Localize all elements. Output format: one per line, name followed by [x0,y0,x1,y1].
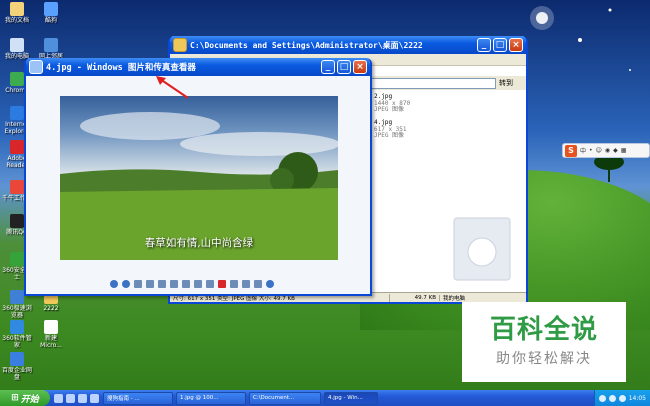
voice-icon[interactable]: ◉ [605,147,610,154]
my-computer-icon [10,38,24,52]
desktop-icon[interactable]: 百度企业网盘 [0,352,34,381]
antivirus-tray-icon[interactable] [618,394,626,402]
360-safe-icon [10,252,24,266]
zoom-out-button[interactable] [182,280,190,288]
next-image-button[interactable] [122,280,130,288]
minimize-button[interactable]: _ [477,38,491,52]
watermark-title: 百科全说 [489,315,598,345]
viewer-titlebar[interactable]: 4.jpg - Windows 图片和传真查看器 _ □ × [26,58,370,76]
desktop-icon-label: 酷狗 [44,17,57,24]
file-item-selected[interactable]: 4.jpg 617 x 351 JPEG 图像 [360,119,454,140]
close-button[interactable]: × [353,60,367,74]
media-player-icon[interactable] [90,393,99,403]
word-doc-icon [44,320,58,334]
taskbar-task-button[interactable]: 搜狗指南 - ... [103,391,173,405]
taskbar: ⊞ 开始 搜狗指南 - ... 1.jpg @ 100... C:\Document… [0,390,650,406]
minimize-button[interactable]: _ [321,60,335,74]
delete-button[interactable] [218,280,226,288]
slideshow-button[interactable] [158,280,166,288]
360-software-icon [10,320,24,334]
desktop-icon-label: 百度企业网盘 [1,367,32,381]
baike-watermark: 百科全说 助你轻松解决 [462,302,626,382]
desktop-icon[interactable]: 我的电脑 [0,38,34,60]
qq-quicklaunch-icon[interactable] [78,393,87,403]
network-tray-icon[interactable] [598,394,606,402]
desktop-icon[interactable]: 我的文档 [0,2,34,24]
watermark-subtitle: 助你轻松解决 [496,351,592,367]
desktop-icon[interactable]: 360软件管家 [0,320,34,349]
status-size: 49.7 KB [390,294,440,301]
maximize-button[interactable]: □ [493,38,507,52]
desktop-icon-label: 360软件管家 [2,335,32,349]
picture-viewer-icon [29,60,43,74]
desktop-icon[interactable]: 新建 Micro... [34,320,68,349]
qq-icon [10,214,24,228]
adobe-reader-icon [10,140,24,154]
help-button[interactable] [266,280,274,288]
emoji-icon[interactable]: ☺ [596,147,602,154]
system-tray: 14:05 [593,390,650,406]
go-button[interactable]: 转到 [496,78,526,88]
maximize-button[interactable]: □ [337,60,351,74]
file-type: JPEG 图像 [374,106,405,113]
picture-watermark-icon [453,217,511,281]
annotation-arrow-icon [156,76,189,99]
desktop-icon[interactable]: 网上邻居 [34,38,68,60]
file-item[interactable]: 2.jpg 1440 x 870 JPEG 图像 [360,93,454,114]
chinese-mode-icon[interactable]: 中 [580,146,586,155]
rotate-counterclockwise-button[interactable] [206,280,214,288]
baidu-pan-icon [10,352,24,366]
desktop-icon[interactable]: 酷狗 [34,2,68,24]
desktop-icon-label: 我的文档 [4,17,29,24]
my-documents-icon [10,2,24,16]
ie-icon [10,106,24,120]
ie-quicklaunch-icon[interactable] [54,393,63,403]
file-type: JPEG 图像 [374,132,405,139]
folder-icon [173,38,187,52]
show-desktop-icon[interactable] [66,393,75,403]
start-label: 开始 [20,394,39,405]
taskbar-task-button[interactable]: C:\Document... [249,391,321,405]
volume-tray-icon[interactable] [608,394,616,402]
qianniu-icon [10,180,24,194]
best-fit-button[interactable] [134,280,142,288]
taskbar-buttons: 搜狗指南 - ... 1.jpg @ 100... C:\Document... 4.… [103,391,381,405]
desktop-icon-label: 新建 Micro... [40,335,62,349]
toolbox-icon[interactable]: ▦ [621,147,627,154]
chrome-icon [10,72,24,86]
picture-viewer-window[interactable]: 4.jpg - Windows 图片和传真查看器 _ □ × 春草如有情,山中尚… [24,58,372,296]
previous-image-button[interactable] [110,280,118,288]
sogou-input-bar[interactable]: S 中 • ☺ ◉ ◆ ▦ [562,143,650,158]
desktop-icon-label: 360极速浏览器 [2,305,32,319]
desktop-icon-label: 2222 [43,305,59,312]
kugou-icon [44,2,58,16]
zoom-in-button[interactable] [170,280,178,288]
actual-size-button[interactable] [146,280,154,288]
network-icon [44,38,58,52]
status-zone: 我的电脑 [443,295,466,302]
clock[interactable]: 14:05 [629,395,646,402]
taskbar-task-button[interactable]: 4.jpg - Win... [324,391,378,405]
explorer-title: C:\Documents and Settings\Administrator\… [190,40,423,50]
sogou-logo-icon: S [565,144,577,157]
start-button[interactable]: ⊞ 开始 [0,390,50,406]
landscape-photo: 春草如有情,山中尚含绿 [60,96,338,260]
explorer-titlebar[interactable]: C:\Documents and Settings\Administrator\… [170,36,526,54]
punctuation-icon[interactable]: • [589,147,593,154]
print-button[interactable] [230,280,238,288]
skin-icon[interactable]: ◆ [613,147,618,154]
rotate-clockwise-button[interactable] [194,280,202,288]
viewer-toolbar [110,280,274,288]
viewer-title: 4.jpg - Windows 图片和传真查看器 [46,63,196,73]
open-editor-button[interactable] [254,280,262,288]
taskbar-task-button[interactable]: 1.jpg @ 100... [176,391,246,405]
quick-launch [50,393,103,403]
close-button[interactable]: × [509,38,523,52]
photo-caption: 春草如有情,山中尚含绿 [144,237,254,249]
copy-to-button[interactable] [242,280,250,288]
windows-logo-icon: ⊞ [11,393,19,403]
360-browser-icon [10,290,24,304]
